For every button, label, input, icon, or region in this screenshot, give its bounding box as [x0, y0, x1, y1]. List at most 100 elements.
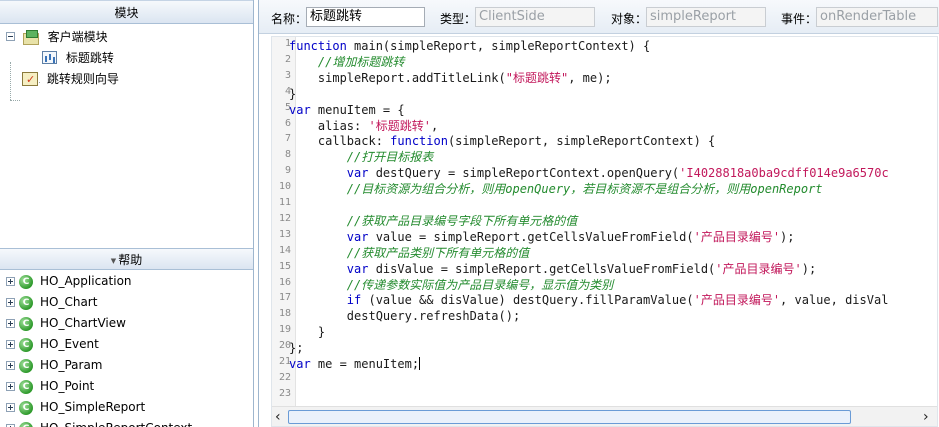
tree-node-label: 标题跳转	[65, 50, 114, 65]
code-token: );	[801, 261, 817, 276]
help-class-label: HO_ChartView	[40, 316, 126, 330]
help-class-item[interactable]: C HO_SimpleReport	[6, 397, 145, 418]
code-line[interactable]: callback: function(simpleReport, simpleR…	[289, 133, 715, 149]
object-field: simpleReport	[646, 7, 766, 27]
event-field: onRenderTable	[816, 7, 938, 27]
class-icon: C	[19, 337, 33, 352]
expand-icon[interactable]	[6, 403, 15, 412]
object-label: 对象：	[611, 12, 648, 26]
collapse-triangle-icon[interactable]: ▼	[111, 257, 116, 265]
code-token: callback:	[289, 134, 391, 149]
name-input[interactable]: 标题跳转	[306, 7, 425, 27]
help-class-label: HO_Chart	[40, 295, 98, 309]
code-comment: //获取产品类别下所有单元格的值	[346, 245, 530, 260]
module-panel-header[interactable]: 模块	[0, 0, 253, 24]
code-line[interactable]: };	[289, 340, 303, 356]
code-line[interactable]: var menuItem = {	[289, 102, 405, 118]
expand-icon[interactable]	[6, 340, 15, 349]
code-string: 'I4028818a0ba9cdff014e9a6570c	[679, 166, 889, 181]
event-label: 事件：	[781, 12, 818, 26]
chart-icon	[42, 51, 57, 64]
help-class-item[interactable]: C HO_Point	[6, 376, 94, 397]
name-label: 名称：	[271, 12, 308, 26]
help-class-label: HO_Application	[40, 274, 132, 288]
scroll-right-icon[interactable]: ›	[923, 407, 929, 427]
help-class-item[interactable]: C HO_Chart	[6, 292, 97, 313]
code-line[interactable]: //获取产品目录编号字段下所有单元格的值	[289, 213, 577, 229]
code-token: destQuery = simpleReportContext.openQuer…	[368, 166, 680, 181]
code-line[interactable]: }	[289, 324, 325, 340]
class-icon: C	[19, 274, 33, 289]
expand-icon[interactable]	[6, 382, 15, 391]
code-token: , value, disVal	[780, 293, 889, 308]
code-line[interactable]: var value = simpleReport.getCellsValueFr…	[289, 229, 795, 245]
code-area[interactable]: function main(simpleReport, simpleReport…	[289, 37, 937, 407]
code-comment: //增加标题跳转	[317, 54, 405, 69]
code-string: '产品目录编号'	[715, 261, 802, 276]
expand-icon[interactable]	[6, 361, 15, 370]
class-icon: C	[19, 400, 33, 415]
help-class-item[interactable]: C HO_Param	[6, 355, 103, 376]
code-token: main(simpleReport, simpleReportContext) …	[346, 39, 651, 53]
code-line[interactable]: if (value && disValue) destQuery.fillPar…	[289, 292, 889, 308]
tree-node-label: 客户端模块	[47, 29, 108, 44]
module-tree: 客户端模块 标题跳转 跳转规则向导	[0, 24, 253, 246]
right-panel: 名称： 标题跳转 类型： ClientSide 对象： simpleReport…	[258, 0, 939, 427]
tree-node-title-jump[interactable]: 标题跳转	[42, 47, 114, 67]
code-string: '产品目录编号'	[693, 229, 781, 244]
code-comment: //传递参数实际值为产品目录编号，显示值为类别	[346, 277, 614, 292]
code-line[interactable]: //打开目标报表	[289, 149, 433, 165]
help-class-label: HO_SimpleReport	[40, 400, 146, 414]
code-line[interactable]: alias: '标题跳转',	[289, 118, 438, 134]
code-keyword: var	[289, 357, 311, 371]
class-icon: C	[19, 358, 33, 373]
code-token: disValue = simpleReport.getCellsValueFro…	[368, 261, 716, 276]
expand-icon[interactable]	[6, 319, 15, 328]
code-line[interactable]: var disValue = simpleReport.getCellsValu…	[289, 261, 816, 277]
code-line[interactable]: var me = menuItem;	[289, 356, 421, 372]
help-panel-header[interactable]: ▼ 帮助	[0, 248, 253, 270]
property-bar: 名称： 标题跳转 类型： ClientSide 对象： simpleReport…	[259, 0, 939, 34]
help-class-item[interactable]: C HO_Application	[6, 271, 132, 292]
code-editor[interactable]: 1 2 3 4 5 6 7 8 9 10 11 12 13 14 15 16 17 18 19 20 21 22 23 fu…	[271, 36, 938, 427]
code-line[interactable]: var destQuery = simpleReportContext.open…	[289, 165, 889, 181]
code-line[interactable]: //传递参数实际值为产品目录编号，显示值为类别	[289, 277, 613, 293]
code-line[interactable]: simpleReport.addTitleLink("标题跳转", me);	[289, 70, 612, 86]
code-token: , me);	[568, 70, 612, 85]
code-line[interactable]: //目标资源为组合分析，则用openQuery，若目标资源不是组合分析，则用op…	[289, 181, 823, 197]
code-line[interactable]: }	[289, 86, 296, 102]
code-line[interactable]: //增加标题跳转	[289, 54, 404, 70]
scroll-left-icon[interactable]: ‹	[275, 407, 281, 427]
script-editor-window: 模块 客户端模块 标题跳转 跳转规则向导 ▼帮助 CHO_Applica	[0, 0, 939, 427]
code-token: );	[780, 229, 795, 244]
expand-icon[interactable]	[6, 277, 15, 286]
code-token: me = menuItem;	[310, 357, 420, 371]
help-class-item[interactable]: C HO_ChartView	[6, 313, 126, 334]
expand-icon[interactable]	[6, 298, 15, 307]
horizontal-scrollbar[interactable]: ‹ ›	[272, 406, 937, 426]
code-line[interactable]: function main(simpleReport, simpleReport…	[289, 38, 650, 54]
type-label: 类型：	[440, 12, 477, 26]
tree-node-client-module[interactable]: 客户端模块	[6, 26, 108, 46]
code-line[interactable]: destQuery.refreshData();	[289, 308, 520, 324]
code-comment: //打开目标报表	[346, 150, 434, 165]
text-caret	[419, 357, 421, 370]
help-class-item[interactable]: C HO_Event	[6, 334, 99, 355]
code-token: menuItem = {	[310, 102, 405, 117]
scrollbar-thumb[interactable]	[288, 410, 851, 424]
help-class-item[interactable]: C HO_SimpleReportContext	[6, 418, 192, 427]
folder-icon	[22, 29, 39, 45]
tree-node-jump-rule-wizard[interactable]: 跳转规则向导	[22, 68, 119, 90]
help-header-label: 帮助	[118, 253, 143, 267]
class-icon: C	[19, 316, 33, 331]
code-token: };	[289, 341, 304, 356]
collapse-icon[interactable]	[6, 32, 15, 41]
help-class-label: HO_Event	[40, 337, 99, 351]
help-class-label: HO_Param	[40, 358, 103, 372]
code-line[interactable]: //获取产品类别下所有单元格的值	[289, 245, 529, 261]
